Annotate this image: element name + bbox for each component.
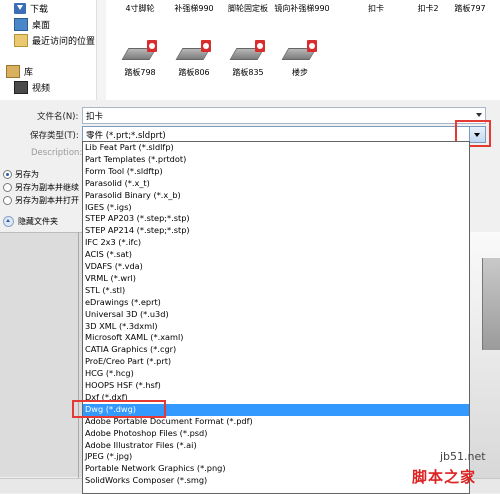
file-item[interactable]: 脚轮固定板	[218, 4, 278, 14]
library-icon	[6, 64, 20, 78]
nav-item-desktop[interactable]: 桌面	[14, 16, 50, 32]
dropdown-option[interactable]: Parasolid Binary (*.x_b)	[83, 190, 469, 202]
dropdown-option[interactable]: ProE/Creo Part (*.prt)	[83, 356, 469, 368]
dropdown-option[interactable]: Form Tool (*.sldftp)	[83, 166, 469, 178]
dropdown-option[interactable]: 3D XML (*.3dxml)	[83, 321, 469, 333]
dropdown-option[interactable]: eDrawings (*.eprt)	[83, 297, 469, 309]
file-item-label: 踏板806	[178, 68, 210, 77]
dropdown-option[interactable]: Universal 3D (*.u3d)	[83, 309, 469, 321]
watermark-text: 脚本之家	[412, 468, 477, 486]
dropdown-option[interactable]: IFC 2x3 (*.ifc)	[83, 237, 469, 249]
radio-button-icon	[3, 170, 12, 179]
dropdown-option[interactable]: STEP AP203 (*.step;*.stp)	[83, 213, 469, 225]
filename-input[interactable]: 扣卡	[82, 107, 486, 124]
download-folder-icon	[14, 2, 26, 14]
file-item[interactable]: 镜向补强梯990	[272, 4, 332, 14]
nav-item-label: 视频	[32, 83, 51, 94]
chevron-down-icon[interactable]	[476, 113, 482, 117]
watermark-url: jb51.net	[440, 450, 486, 463]
radio-save-as[interactable]: 另存为	[3, 169, 39, 180]
dropdown-option[interactable]: VDAFS (*.vda)	[83, 261, 469, 273]
sldprt-file-icon	[121, 40, 157, 66]
nav-item-video[interactable]: 视频	[14, 79, 50, 95]
dropdown-option[interactable]: ACIS (*.sat)	[83, 249, 469, 261]
file-item[interactable]: 楼步	[270, 40, 330, 78]
panel-divider	[0, 232, 79, 478]
radio-save-copy-continue[interactable]: 另存为副本并继续	[3, 182, 79, 193]
annotation-box	[72, 400, 166, 418]
file-item-label: 踏板797	[454, 4, 486, 13]
file-item[interactable]: 4寸脚轮	[110, 4, 170, 14]
savetype-label: 保存类型(T):	[30, 131, 79, 141]
dropdown-option[interactable]: Adobe Illustrator Files (*.ai)	[83, 440, 469, 452]
nav-item-label: 最近访问的位置	[32, 36, 96, 47]
dropdown-option[interactable]: Lib Feat Part (*.sldlfp)	[83, 142, 469, 154]
file-item-label: 楼步	[292, 68, 308, 77]
sldprt-file-icon	[281, 40, 317, 66]
description-label: Description:	[31, 148, 83, 158]
dropdown-option[interactable]: Microsoft XAML (*.xaml)	[83, 332, 469, 344]
file-item[interactable]: 踏板798	[110, 40, 170, 78]
radio-label: 另存为副本并继续	[15, 183, 79, 192]
nav-item-label: 库	[24, 67, 34, 78]
file-item-label: 脚轮固定板	[228, 4, 268, 13]
dropdown-option[interactable]: IGES (*.igs)	[83, 202, 469, 214]
nav-item-recent-places[interactable]: 最近访问的位置	[14, 32, 95, 48]
dropdown-option[interactable]: Parasolid (*.x_t)	[83, 178, 469, 190]
desktop-icon	[14, 17, 28, 31]
video-icon	[14, 80, 28, 94]
sldprt-file-icon	[229, 40, 265, 66]
file-item[interactable]: 补强梯990	[164, 4, 224, 14]
dropdown-option[interactable]: HOOPS HSF (*.hsf)	[83, 380, 469, 392]
radio-label: 另存为副本并打开	[15, 196, 79, 205]
dropdown-option[interactable]: CATIA Graphics (*.cgr)	[83, 344, 469, 356]
file-list: 4寸脚轮 补强梯990 脚轮固定板 镜向补强梯990 扣卡 扣卡2 踏板797 …	[106, 0, 500, 100]
dropdown-option[interactable]: HCG (*.hcg)	[83, 368, 469, 380]
radio-button-icon	[3, 196, 12, 205]
sldprt-file-icon	[175, 40, 211, 66]
filename-value: 扣卡	[86, 112, 104, 122]
file-item[interactable]: 踏板806	[164, 40, 224, 78]
savetype-value: 零件 (*.prt;*.sldprt)	[86, 131, 166, 141]
file-item-label: 踏板798	[124, 68, 156, 77]
dropdown-option[interactable]: Adobe Photoshop Files (*.psd)	[83, 428, 469, 440]
file-item-label: 4寸脚轮	[125, 4, 155, 13]
dropdown-option[interactable]: JPEG (*.jpg)	[83, 451, 469, 463]
file-item[interactable]: 扣卡	[346, 4, 406, 14]
recent-places-icon	[14, 33, 28, 47]
navigation-pane: 下载 桌面 最近访问的位置 库 视频	[0, 0, 97, 100]
model-preview	[482, 258, 500, 350]
hide-folders-button[interactable]: 隐藏文件夹	[3, 216, 58, 227]
filename-label: 文件名(N):	[37, 112, 79, 122]
radio-label: 另存为	[15, 170, 39, 179]
savetype-dropdown-list[interactable]: Lib Feat Part (*.sldlfp) Part Templates …	[82, 141, 470, 494]
file-item[interactable]: 踏板797	[440, 4, 500, 14]
dropdown-option[interactable]: STEP AP214 (*.step;*.stp)	[83, 225, 469, 237]
file-item-label: 扣卡	[368, 4, 384, 13]
chevron-up-icon	[3, 216, 14, 227]
radio-save-copy-open[interactable]: 另存为副本并打开	[3, 195, 79, 206]
file-item-label: 镜向补强梯990	[274, 4, 330, 13]
radio-button-icon	[3, 183, 12, 192]
dropdown-option[interactable]: Part Templates (*.prtdot)	[83, 154, 469, 166]
file-item[interactable]: 踏板835	[218, 40, 278, 78]
nav-item-library[interactable]: 库	[6, 63, 33, 79]
dropdown-option[interactable]: VRML (*.wrl)	[83, 273, 469, 285]
nav-item-label: 桌面	[32, 20, 51, 31]
hide-folders-label: 隐藏文件夹	[18, 217, 58, 226]
nav-item-downloads[interactable]: 下载	[14, 0, 48, 16]
nav-item-label: 下载	[30, 4, 49, 15]
file-item-label: 踏板835	[232, 68, 264, 77]
file-item-label: 补强梯990	[174, 4, 214, 13]
dropdown-option[interactable]: STL (*.stl)	[83, 285, 469, 297]
